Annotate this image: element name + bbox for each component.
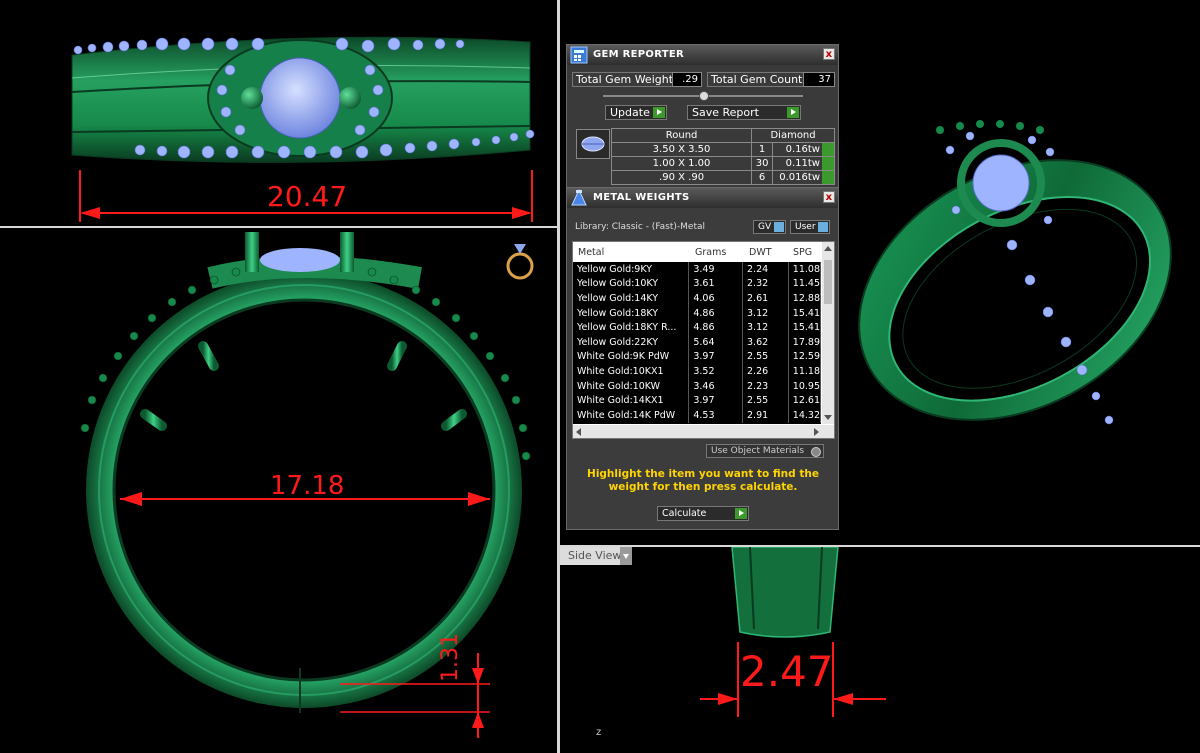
metal-list[interactable]: Metal Grams DWT SPG Yellow Gold:9KY 3.49 2…: [572, 241, 835, 439]
scroll-down-icon[interactable]: [824, 415, 832, 420]
viewport-side-view[interactable]: 2.47 Side View z: [560, 547, 1200, 753]
column-header-spg[interactable]: SPG: [793, 247, 812, 258]
gem-size: 3.50 X 3.50: [610, 142, 753, 157]
play-icon: [735, 508, 747, 519]
total-gem-count-label: Total Gem Count: [707, 72, 807, 87]
axis-label: z: [596, 727, 602, 738]
user-toggle[interactable]: User: [790, 220, 830, 234]
table-row[interactable]: Yellow Gold:9KY 3.49 2.24 11.08: [573, 262, 821, 277]
calculate-label: Calculate: [662, 508, 707, 519]
gem-size: 1.00 X 1.00: [610, 156, 753, 171]
gem-count: 1: [751, 142, 774, 157]
horizontal-scrollbar[interactable]: [573, 425, 834, 438]
side-view-label: Side View: [568, 549, 622, 562]
table-row[interactable]: Yellow Gold:10KY 3.61 2.32 11.45: [573, 276, 821, 292]
play-icon[interactable]: [822, 171, 834, 184]
table-row[interactable]: .90 X .90 6 0.016tw: [610, 170, 835, 185]
total-gem-weight-value[interactable]: .29: [672, 72, 702, 87]
gem-reporter-titlebar[interactable]: GEM REPORTER x: [567, 45, 838, 65]
update-button[interactable]: Update: [605, 105, 667, 120]
gem-weight: 0.16tw: [772, 142, 835, 157]
metal-weights-titlebar[interactable]: METAL WEIGHTS x: [567, 188, 838, 208]
column-header-shape: Round: [610, 128, 753, 143]
gem-thumbnail-icon: [576, 129, 610, 159]
gem-calculator-icon: [570, 46, 588, 64]
save-report-button[interactable]: Save Report: [687, 105, 801, 120]
gem-count: 30: [751, 156, 774, 171]
checkbox-icon: [811, 447, 821, 457]
gem-table[interactable]: Round Diamond 3.50 X 3.50 1 0.16tw 1.00 …: [610, 128, 835, 185]
update-label: Update: [610, 106, 650, 119]
viewport-front[interactable]: 20.47: [0, 0, 557, 226]
column-header-material: Diamond: [751, 128, 835, 143]
metal-flask-icon: [570, 188, 588, 207]
gem-reporter-panel[interactable]: GEM REPORTER x Total Gem Weight .29 Tota…: [566, 44, 839, 194]
table-row[interactable]: White Gold:14KX1 3.97 2.55 12.61: [573, 393, 821, 408]
use-object-materials-checkbox[interactable]: Use Object Materials: [706, 444, 824, 458]
chevron-down-icon: [620, 547, 632, 565]
table-row[interactable]: White Gold:9K PdW 3.97 2.55 12.59: [573, 349, 821, 365]
table-row[interactable]: White Gold:10KW 3.46 2.23 10.95: [573, 378, 821, 394]
gv-toggle[interactable]: GV: [753, 220, 786, 234]
play-icon: [653, 107, 665, 118]
scroll-right-icon[interactable]: [814, 428, 819, 436]
column-header-metal[interactable]: Metal: [578, 247, 604, 258]
viewport-side-circle[interactable]: 17.18 1.31: [0, 228, 557, 753]
total-gem-weight-label: Total Gem Weight: [572, 72, 678, 87]
scrollbar-thumb[interactable]: [824, 260, 832, 304]
library-label: Library: Classic - (Fast)-Metal: [575, 222, 706, 232]
table-row[interactable]: Yellow Gold:18KY R... 4.86 3.12 15.41: [573, 320, 821, 335]
table-row[interactable]: White Gold:10KX1 3.52 2.26 11.18: [573, 364, 821, 379]
gem-weight: 0.016tw: [772, 170, 835, 185]
play-icon[interactable]: [822, 157, 834, 170]
table-row[interactable]: 3.50 X 3.50 1 0.16tw: [610, 142, 835, 157]
table-row[interactable]: Yellow Gold:22KY 5.64 3.62 17.89: [573, 334, 821, 350]
metal-table[interactable]: Yellow Gold:9KY 3.49 2.24 11.08 Yellow Gold…: [573, 262, 821, 423]
gv-label: GV: [758, 222, 772, 232]
vertical-scrollbar[interactable]: [822, 242, 834, 424]
metal-weights-panel[interactable]: METAL WEIGHTS x Library: Classic - (Fast…: [566, 187, 839, 530]
dimension-inner-diameter: 17.18: [270, 471, 345, 501]
ring-profile-render: [700, 547, 886, 717]
scroll-left-icon[interactable]: [576, 428, 581, 436]
gem-reporter-title: GEM REPORTER: [593, 49, 685, 60]
metal-weights-title: METAL WEIGHTS: [593, 192, 690, 203]
metal-list-header: Metal Grams DWT SPG: [573, 242, 821, 262]
save-report-label: Save Report: [692, 106, 759, 119]
gem-weight: 0.11tw: [772, 156, 835, 171]
close-icon[interactable]: x: [823, 191, 835, 203]
table-row: Round Diamond: [610, 128, 835, 143]
dimension-top-width: 20.47: [267, 180, 348, 213]
column-header-grams[interactable]: Grams: [695, 247, 726, 258]
gem-count: 6: [751, 170, 774, 185]
hint-text: Highlight the item you want to find the …: [587, 468, 819, 493]
toggle-icon: [774, 222, 784, 232]
play-icon: [787, 107, 799, 118]
use-object-materials-label: Use Object Materials: [711, 446, 805, 456]
close-icon[interactable]: x: [823, 48, 835, 60]
total-gem-count-value[interactable]: 37: [803, 72, 835, 87]
calculate-button[interactable]: Calculate: [657, 506, 749, 521]
user-label: User: [795, 222, 816, 232]
side-view-dropdown[interactable]: Side View: [560, 547, 632, 565]
column-header-dwt[interactable]: DWT: [749, 247, 772, 258]
play-icon[interactable]: [822, 143, 834, 156]
ring-icon[interactable]: [502, 238, 538, 282]
dimension-thickness: 1.31: [438, 633, 463, 682]
table-row[interactable]: Yellow Gold:18KY 4.86 3.12 15.41: [573, 305, 821, 321]
gem-size: .90 X .90: [610, 170, 753, 185]
slider-handle[interactable]: [699, 91, 709, 101]
toggle-icon: [818, 222, 828, 232]
dimension-side-width: 2.47: [740, 647, 834, 696]
scroll-up-icon[interactable]: [824, 246, 832, 251]
table-row[interactable]: 1.00 X 1.00 30 0.11tw: [610, 156, 835, 171]
table-row[interactable]: Yellow Gold:14KY 4.06 2.61 12.88: [573, 291, 821, 306]
table-row[interactable]: White Gold:14K PdW 4.53 2.91 14.32: [573, 407, 821, 423]
